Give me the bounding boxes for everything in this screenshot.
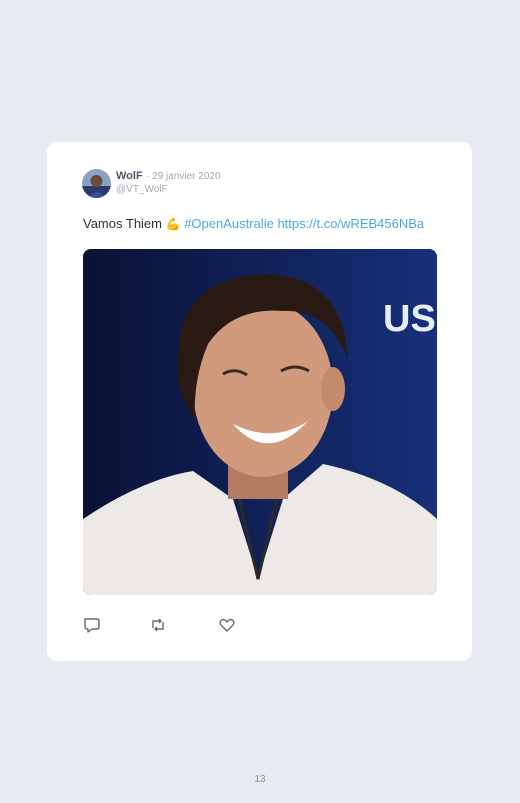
author-name[interactable]: WolF <box>116 170 143 182</box>
retweet-icon[interactable] <box>149 616 167 634</box>
tweet-date[interactable]: 29 janvier 2020 <box>152 171 220 182</box>
author-line: WolF · 29 janvier 2020 <box>116 170 221 182</box>
flexed-biceps-emoji: 💪 <box>165 217 181 231</box>
hashtag-link[interactable]: #OpenAustralie <box>184 216 274 231</box>
tweet-card: WolF · 29 janvier 2020 @VT_WolF Vamos Th… <box>47 142 472 661</box>
page-number: 13 <box>254 774 266 785</box>
tweet-url-link[interactable]: https://t.co/wREB456NBa <box>277 216 424 231</box>
tweet-actions <box>83 616 283 634</box>
heart-icon[interactable] <box>218 616 236 634</box>
reply-icon[interactable] <box>83 616 101 634</box>
tweet-media-image[interactable]: US <box>83 249 437 595</box>
media-logo-text: US <box>383 298 436 340</box>
tweet-text-prefix: Vamos Thiem <box>83 216 162 231</box>
tweet-text: Vamos Thiem 💪 #OpenAustralie https://t.c… <box>83 216 424 231</box>
separator: · <box>145 171 150 182</box>
avatar[interactable] <box>82 169 111 198</box>
author-handle[interactable]: @VT_WolF <box>116 184 168 195</box>
